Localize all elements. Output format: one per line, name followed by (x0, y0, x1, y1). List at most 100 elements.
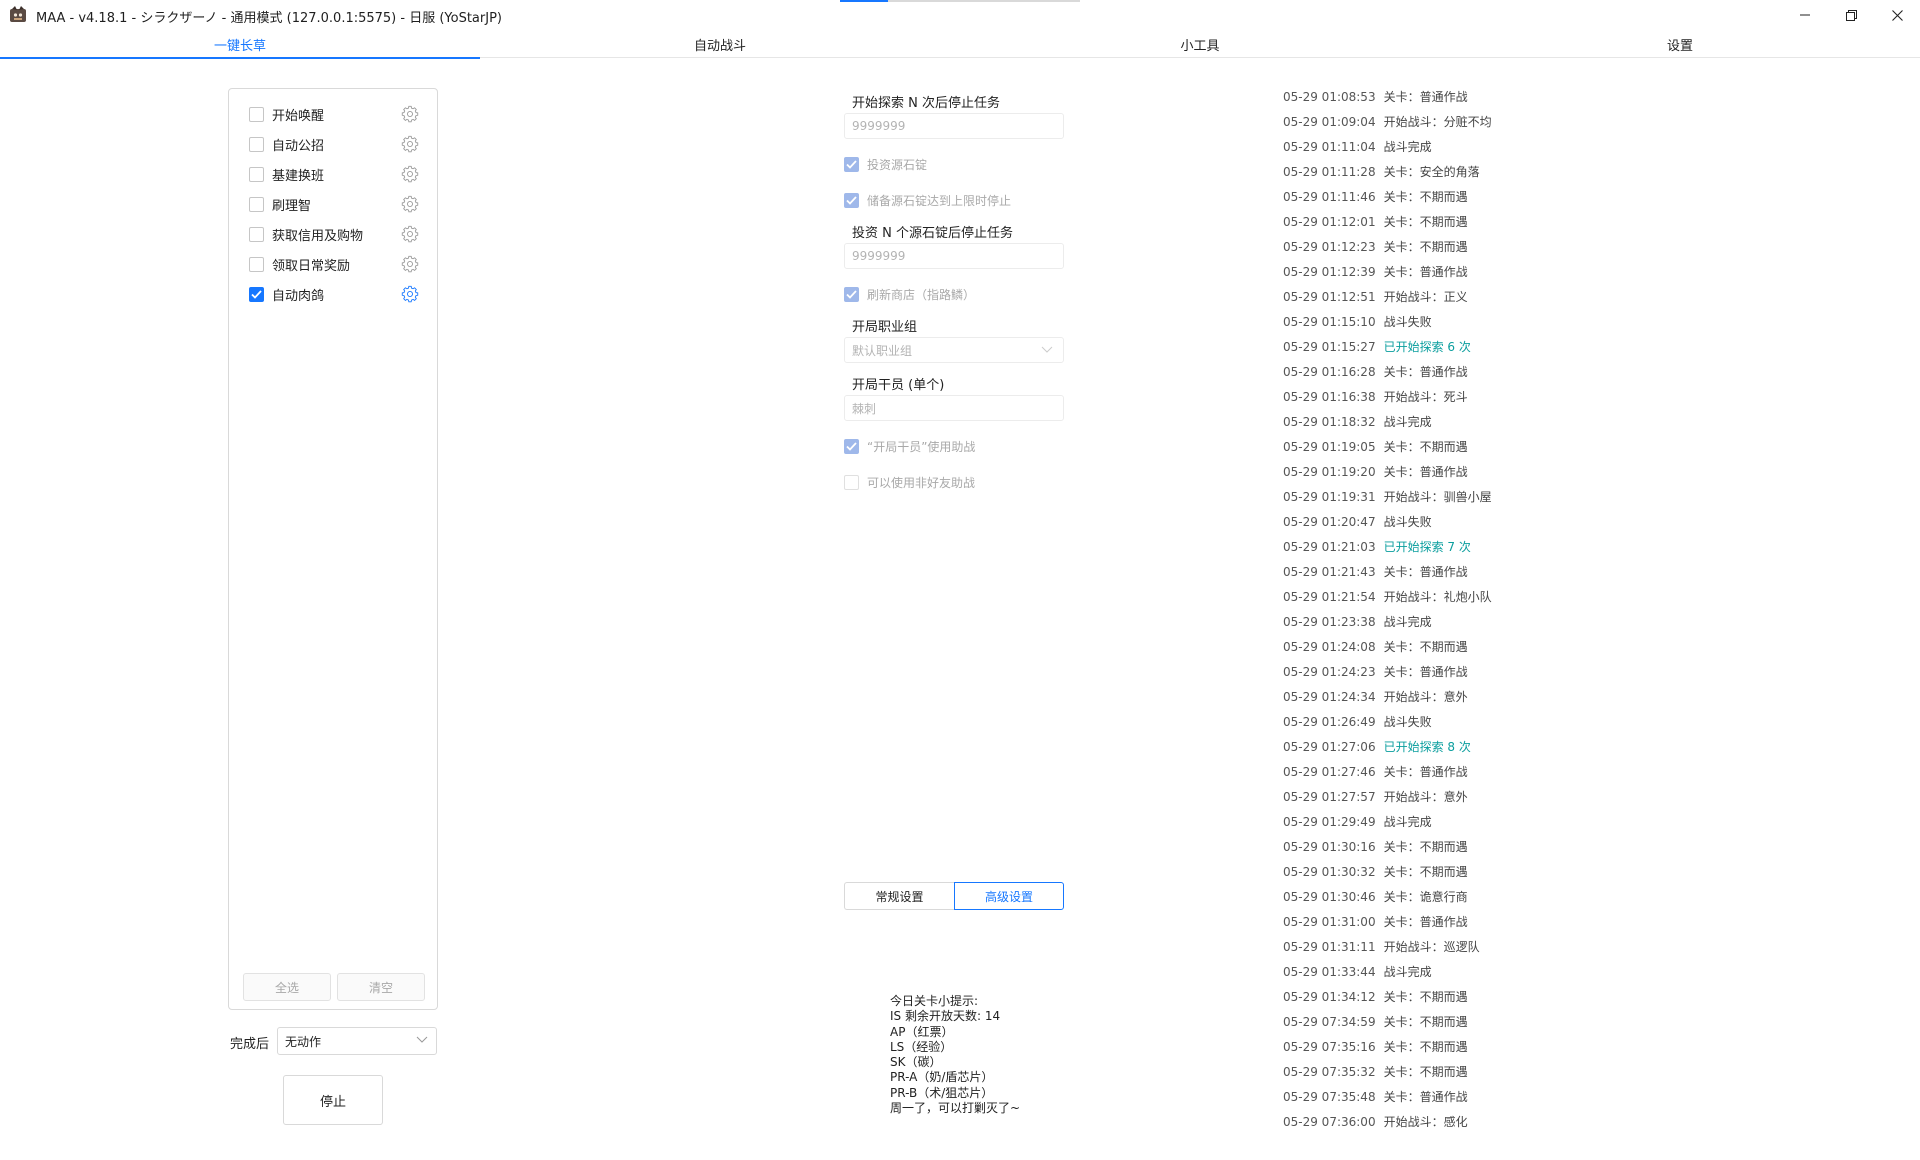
advanced-settings-button[interactable]: 高级设置 (954, 882, 1064, 910)
log-entry: 05-29 01:16:28 关卡：普通作战 (1283, 359, 1703, 384)
log-message: 关卡：不期而遇 (1383, 240, 1468, 254)
tip-line: LS（经验） (890, 1039, 953, 1054)
starter-operator-input[interactable]: 棘刺 (844, 395, 1064, 421)
log-entry: 05-29 07:36:00 开始战斗：感化 (1283, 1109, 1703, 1134)
invest-stop-full-row[interactable]: 储备源石锭达到上限时停止 (844, 191, 1011, 209)
log-time: 05-29 01:30:32 (1283, 864, 1376, 879)
squad-label: 开局职业组 (852, 320, 918, 335)
task-item[interactable]: 自动肉鸽 (249, 283, 419, 305)
log-entry: 05-29 01:31:00 关卡：普通作战 (1283, 909, 1703, 934)
log-message: 开始战斗：分赃不均 (1383, 115, 1492, 129)
log-entry: 05-29 01:19:20 关卡：普通作战 (1283, 459, 1703, 484)
log-time: 05-29 07:35:16 (1283, 1039, 1376, 1054)
after-completion-select[interactable]: 无动作 (277, 1027, 437, 1055)
log-time: 05-29 01:19:20 (1283, 464, 1376, 479)
log-entry: 05-29 07:35:48 关卡：普通作战 (1283, 1084, 1703, 1109)
task-item[interactable]: 基建换班 (249, 163, 419, 185)
tab-tools[interactable]: 小工具 (960, 30, 1440, 58)
clear-button[interactable]: 清空 (337, 973, 425, 1001)
explore-count-input[interactable]: 9999999 (844, 113, 1064, 139)
task-checkbox[interactable] (249, 286, 264, 302)
invest-n-input[interactable]: 9999999 (844, 243, 1064, 269)
task-label: 开始唤醒 (272, 108, 325, 124)
log-entry: 05-29 01:21:43 关卡：普通作战 (1283, 559, 1703, 584)
log-time: 05-29 01:27:46 (1283, 764, 1376, 779)
log-time: 05-29 01:09:04 (1283, 114, 1376, 129)
log-entry: 05-29 01:21:03 已开始探索 7 次 (1283, 534, 1703, 559)
task-checkbox[interactable] (249, 226, 264, 242)
task-checkbox[interactable] (249, 136, 264, 152)
log-message: 关卡：不期而遇 (1383, 640, 1468, 654)
log-message: 已开始探索 7 次 (1383, 540, 1471, 554)
log-time: 05-29 01:29:49 (1283, 814, 1376, 829)
gear-icon[interactable] (401, 165, 419, 183)
starter-operator-label: 开局干员 (单个) (852, 378, 945, 393)
normal-settings-button[interactable]: 常规设置 (844, 882, 954, 910)
log-entry: 05-29 01:29:49 战斗完成 (1283, 809, 1703, 834)
log-message: 关卡：不期而遇 (1383, 865, 1468, 879)
window-title: MAA - v4.18.1 - シラクザーノ - 通用模式 (127.0.0.1… (36, 11, 502, 26)
after-completion-value: 无动作 (285, 1034, 322, 1049)
log-message: 开始战斗：正义 (1383, 290, 1468, 304)
task-label: 自动公招 (272, 138, 325, 154)
log-time: 05-29 01:12:39 (1283, 264, 1376, 279)
log-entry: 05-29 01:24:23 关卡：普通作战 (1283, 659, 1703, 684)
starter-support-checkbox[interactable] (844, 438, 859, 454)
task-item[interactable]: 领取日常奖励 (249, 253, 419, 275)
log-message: 关卡：不期而遇 (1383, 1040, 1468, 1054)
close-button[interactable] (1874, 0, 1920, 30)
log-entry: 05-29 07:35:32 关卡：不期而遇 (1283, 1059, 1703, 1084)
restore-icon (1845, 9, 1857, 21)
tab-one-key[interactable]: 一键长草 (0, 30, 480, 59)
gear-icon[interactable] (401, 255, 419, 273)
log-entry: 05-29 01:08:53 关卡：普通作战 (1283, 84, 1703, 109)
stop-button[interactable]: 停止 (283, 1075, 383, 1125)
invest-n-label: 投资 N 个源石锭后停止任务 (852, 226, 1013, 241)
task-checkbox[interactable] (249, 106, 264, 122)
task-item[interactable]: 开始唤醒 (249, 103, 419, 125)
chevron-down-icon (1041, 346, 1053, 353)
tip-line: PR-B（术/狙芯片） (890, 1085, 994, 1100)
log-time: 05-29 01:19:31 (1283, 489, 1376, 504)
gear-icon[interactable] (401, 135, 419, 153)
invest-checkbox-row[interactable]: 投资源石锭 (844, 155, 927, 173)
refresh-shop-row[interactable]: 刷新商店（指路鳞） (844, 285, 975, 303)
tab-settings[interactable]: 设置 (1440, 30, 1920, 58)
starter-support-row[interactable]: “开局干员”使用助战 (844, 437, 975, 455)
log-time: 05-29 07:35:48 (1283, 1089, 1376, 1104)
log-entry: 05-29 01:11:28 关卡：安全的角落 (1283, 159, 1703, 184)
invest-stop-full-checkbox[interactable] (844, 192, 859, 208)
refresh-shop-checkbox[interactable] (844, 286, 859, 302)
restore-button[interactable] (1828, 0, 1874, 30)
non-friend-support-label: 可以使用非好友助战 (867, 475, 976, 490)
log-time: 05-29 01:31:11 (1283, 939, 1376, 954)
task-checkbox[interactable] (249, 256, 264, 272)
non-friend-support-checkbox[interactable] (844, 474, 859, 490)
log-time: 05-29 01:33:44 (1283, 964, 1376, 979)
minimize-icon (1800, 14, 1810, 16)
squad-select[interactable]: 默认职业组 (844, 337, 1064, 363)
select-all-button[interactable]: 全选 (243, 973, 331, 1001)
log-entry: 05-29 01:31:11 开始战斗：巡逻队 (1283, 934, 1703, 959)
gear-icon[interactable] (401, 285, 419, 303)
log-time: 05-29 01:21:54 (1283, 589, 1376, 604)
tab-auto-battle[interactable]: 自动战斗 (480, 30, 960, 58)
invest-checkbox[interactable] (844, 156, 859, 172)
log-entry: 05-29 01:15:27 已开始探索 6 次 (1283, 334, 1703, 359)
gear-icon[interactable] (401, 195, 419, 213)
task-checkbox[interactable] (249, 196, 264, 212)
gear-icon[interactable] (401, 225, 419, 243)
log-entry: 05-29 01:09:04 开始战斗：分赃不均 (1283, 109, 1703, 134)
task-item[interactable]: 获取信用及购物 (249, 223, 419, 245)
task-item[interactable]: 自动公招 (249, 133, 419, 155)
log-entry: 05-29 01:20:47 战斗失败 (1283, 509, 1703, 534)
gear-icon[interactable] (401, 105, 419, 123)
task-checkbox[interactable] (249, 166, 264, 182)
non-friend-support-row[interactable]: 可以使用非好友助战 (844, 473, 975, 491)
log-message: 关卡：安全的角落 (1383, 165, 1480, 179)
task-item[interactable]: 刷理智 (249, 193, 419, 215)
log-message: 已开始探索 6 次 (1383, 340, 1471, 354)
log-entry: 05-29 01:30:46 关卡：诡意行商 (1283, 884, 1703, 909)
log-message: 战斗完成 (1383, 815, 1432, 829)
minimize-button[interactable] (1782, 0, 1828, 30)
